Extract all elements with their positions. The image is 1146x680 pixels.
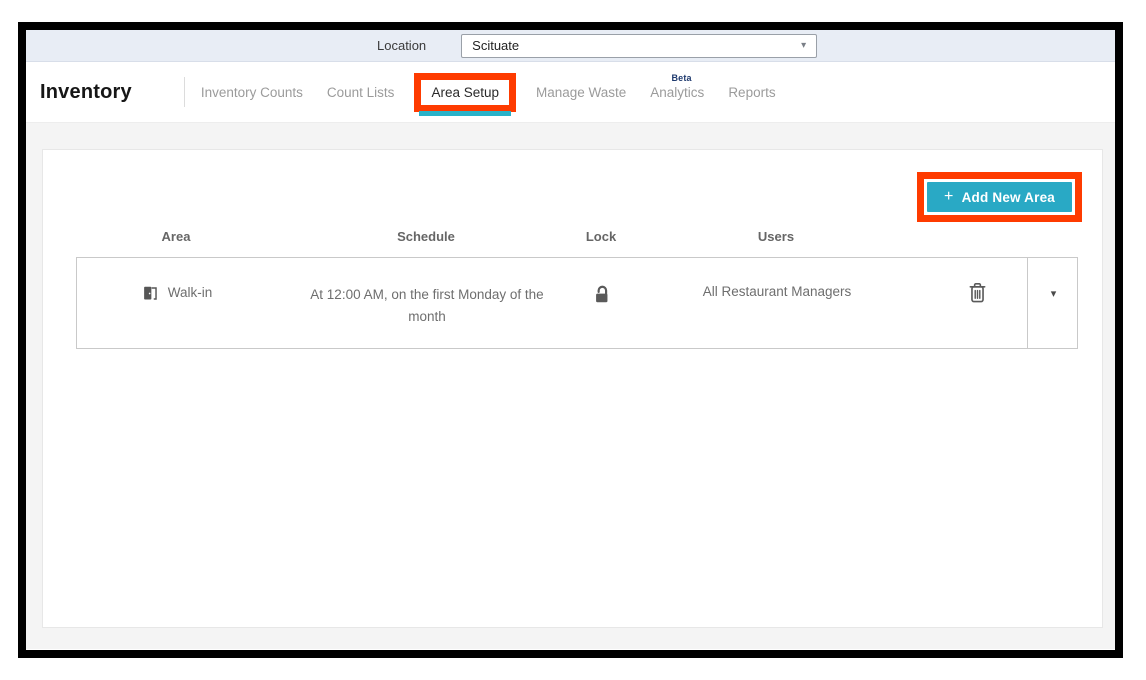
schedule-cell: At 12:00 AM, on the first Monday of the … — [277, 258, 577, 348]
chevron-down-icon: ▾ — [1051, 287, 1057, 300]
tab-area-setup[interactable]: Area Setup — [414, 73, 516, 112]
location-selected-value: Scituate — [472, 38, 519, 53]
expand-row-button[interactable]: ▾ — [1027, 258, 1079, 348]
location-select[interactable]: Scituate ▾ — [461, 34, 817, 58]
tab-bar: Inventory Counts Count Lists Area Setup … — [201, 85, 776, 100]
add-new-area-button[interactable]: + Add New Area — [927, 182, 1072, 212]
beta-badge: Beta — [671, 73, 691, 83]
app-window: Location Scituate ▾ Inventory Inventory … — [18, 22, 1123, 658]
tab-manage-waste[interactable]: Manage Waste — [536, 85, 626, 100]
column-header-users: Users — [626, 229, 926, 244]
area-name: Walk-in — [168, 284, 213, 300]
add-new-area-label: Add New Area — [962, 190, 1055, 205]
content-area: + Add New Area Area Schedule Lock Users — [26, 123, 1115, 649]
chevron-down-icon: ▾ — [801, 41, 806, 51]
areas-table: Area Schedule Lock Users — [76, 229, 1078, 349]
tab-count-lists[interactable]: Count Lists — [327, 85, 395, 100]
tab-inventory-counts[interactable]: Inventory Counts — [201, 85, 303, 100]
column-header-area: Area — [76, 229, 276, 244]
active-tab-underline — [419, 111, 511, 116]
location-label: Location — [377, 38, 426, 53]
delete-area-button[interactable] — [967, 281, 988, 305]
table-row: Walk-in At 12:00 AM, on the first Monday… — [76, 257, 1078, 349]
door-icon — [142, 284, 159, 303]
column-header-expand — [1026, 229, 1078, 244]
tab-reports[interactable]: Reports — [728, 85, 775, 100]
column-header-actions — [926, 229, 1026, 244]
users-text: All Restaurant Managers — [703, 284, 852, 299]
annotation-highlight-add-button: + Add New Area — [917, 172, 1082, 222]
annotation-highlight-area-setup: Area Setup — [414, 85, 516, 100]
actions-cell — [927, 258, 1027, 348]
lock-cell — [577, 258, 627, 348]
column-header-schedule: Schedule — [276, 229, 576, 244]
unlock-icon[interactable] — [592, 284, 612, 305]
tab-analytics[interactable]: Beta Analytics — [650, 85, 704, 100]
schedule-text: At 12:00 AM, on the first Monday of the … — [293, 284, 561, 329]
area-cell: Walk-in — [77, 258, 277, 348]
header-divider — [184, 77, 185, 107]
tab-analytics-label: Analytics — [650, 85, 704, 100]
table-header-row: Area Schedule Lock Users — [76, 229, 1078, 244]
column-header-lock: Lock — [576, 229, 626, 244]
location-bar: Location Scituate ▾ — [26, 30, 1115, 62]
area-setup-card: + Add New Area Area Schedule Lock Users — [42, 149, 1103, 628]
page-title: Inventory — [40, 81, 132, 104]
plus-icon: + — [944, 189, 954, 205]
trash-icon — [967, 281, 988, 305]
inventory-header: Inventory Inventory Counts Count Lists A… — [26, 62, 1115, 123]
users-cell: All Restaurant Managers — [627, 258, 927, 348]
